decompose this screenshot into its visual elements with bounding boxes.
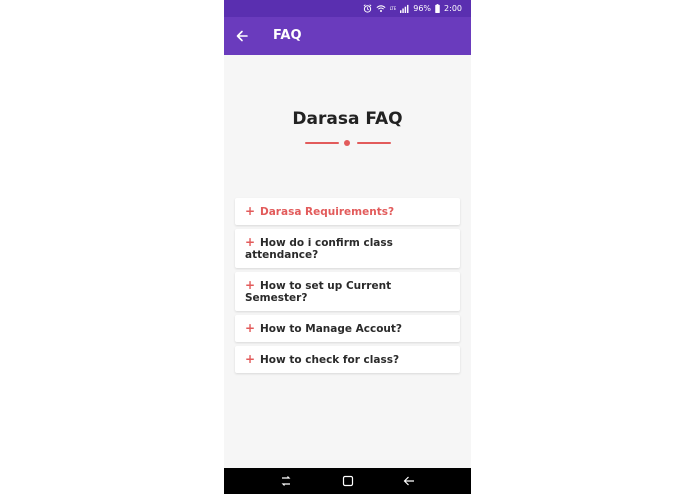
faq-item-darasa-requirements[interactable]: + Darasa Requirements? xyxy=(235,198,460,225)
divider-line-left xyxy=(305,142,339,144)
network-type-label: LTE xyxy=(389,6,397,11)
page-title: Darasa FAQ xyxy=(292,109,403,129)
app-bar: FAQ xyxy=(224,17,471,55)
system-navigation-bar xyxy=(224,468,471,494)
home-icon[interactable] xyxy=(341,474,355,488)
battery-icon xyxy=(435,4,440,13)
status-icons: LTE 96% 2:00 xyxy=(363,3,462,14)
faq-list: + Darasa Requirements? + How do i confirm … xyxy=(235,198,460,377)
heading-divider xyxy=(305,139,391,147)
back-icon[interactable] xyxy=(402,474,416,488)
faq-question: How to Manage Accout? xyxy=(260,323,403,335)
clock-time: 2:00 xyxy=(444,4,462,13)
alarm-icon xyxy=(363,4,372,13)
plus-icon: + xyxy=(245,278,256,292)
wifi-icon xyxy=(376,4,386,13)
faq-question: How to check for class? xyxy=(260,354,400,366)
faq-question: Darasa Requirements? xyxy=(260,206,395,218)
signal-icon xyxy=(400,4,409,13)
divider-line-right xyxy=(357,142,391,144)
faq-question: How do i confirm class attendance? xyxy=(245,237,393,261)
plus-icon: + xyxy=(245,352,256,366)
arrow-left-icon[interactable] xyxy=(234,28,250,44)
app-bar-title: FAQ xyxy=(273,28,302,43)
phone-screen: LTE 96% 2:00 FAQ Darasa FAQ + Darasa Req… xyxy=(224,0,471,494)
faq-item-check-class[interactable]: + How to check for class? xyxy=(235,346,460,373)
status-bar: LTE 96% 2:00 xyxy=(224,0,471,17)
faq-item-confirm-attendance[interactable]: + How do i confirm class attendance? xyxy=(235,229,460,268)
faq-item-current-semester[interactable]: + How to set up Current Semester? xyxy=(235,272,460,311)
recent-apps-icon[interactable] xyxy=(279,474,293,488)
divider-dot xyxy=(344,140,350,146)
faq-question: How to set up Current Semester? xyxy=(245,280,392,304)
plus-icon: + xyxy=(245,321,256,335)
faq-item-manage-account[interactable]: + How to Manage Accout? xyxy=(235,315,460,342)
plus-icon: + xyxy=(245,204,256,218)
battery-percent: 96% xyxy=(413,4,432,13)
plus-icon: + xyxy=(245,235,256,249)
